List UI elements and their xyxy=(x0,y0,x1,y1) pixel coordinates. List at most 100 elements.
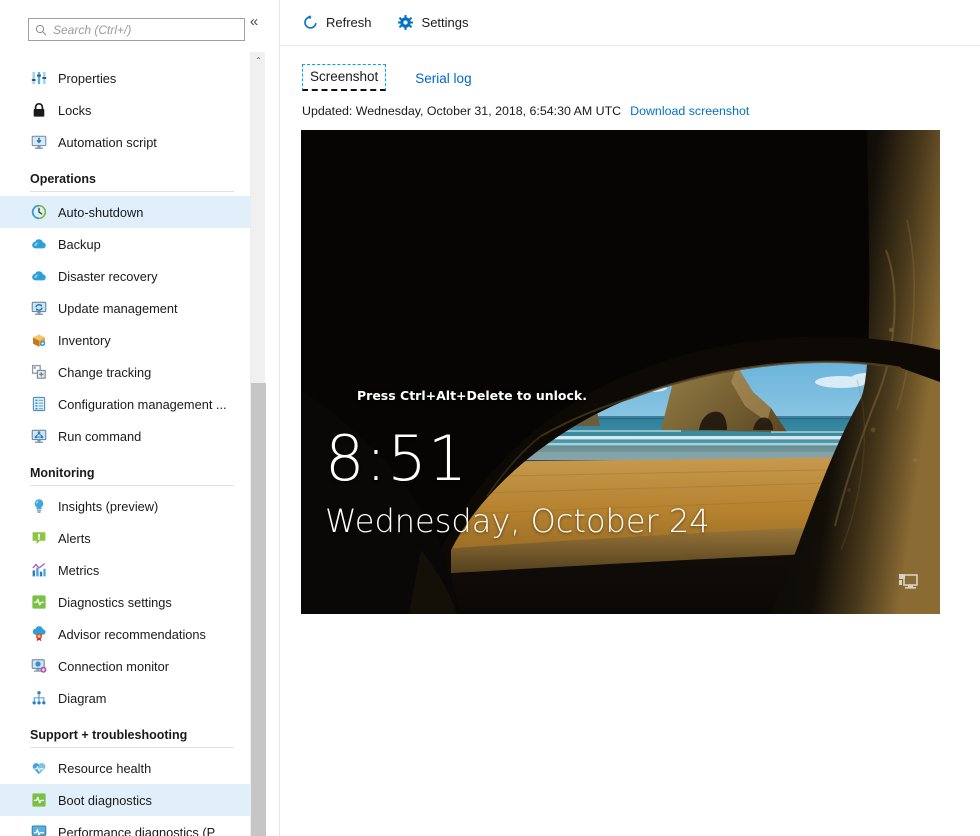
sidebar-item-diagram[interactable]: Diagram xyxy=(0,682,264,714)
lock-screen-hint: Press Ctrl+Alt+Delete to unlock. xyxy=(357,388,587,403)
sidebar-item-label: Inventory xyxy=(58,333,111,348)
tab-screenshot[interactable]: Screenshot xyxy=(302,64,386,91)
sidebar-item-configuration-management[interactable]: Configuration management ... xyxy=(0,388,264,420)
sidebar-item-label: Diagram xyxy=(58,691,106,706)
group-divider xyxy=(30,485,234,486)
tab-bar: Screenshot Serial log xyxy=(280,46,980,91)
main-content: Refresh xyxy=(280,0,980,836)
alert-bell-icon xyxy=(30,530,47,547)
sidebar-item-label: Metrics xyxy=(58,563,99,578)
sidebar-item-label: Run command xyxy=(58,429,141,444)
sidebar-item-label: Advisor recommendations xyxy=(58,627,206,642)
sidebar-item-label: Auto-shutdown xyxy=(58,205,143,220)
inventory-box-icon xyxy=(30,332,47,349)
sidebar-group-title: Support + troubleshooting xyxy=(0,728,264,747)
sidebar-item-disaster-recovery[interactable]: Disaster recovery xyxy=(0,260,264,292)
sidebar-item-connection-monitor[interactable]: Connection monitor xyxy=(0,650,264,682)
cloud-recovery-icon xyxy=(30,268,47,285)
lightbulb-icon xyxy=(30,498,47,515)
sidebar-item-label: Connection monitor xyxy=(58,659,169,674)
cloud-backup-icon xyxy=(30,236,47,253)
azure-boot-diagnostics-page: « Properties Locks Automation script Opera… xyxy=(0,0,980,836)
sidebar-item-label: Insights (preview) xyxy=(58,499,158,514)
sidebar-top-items: Properties Locks Automation script xyxy=(0,62,264,158)
scrollbar-up-arrow-icon[interactable]: ⌃ xyxy=(251,52,266,68)
sidebar-item-label: Performance diagnostics (P xyxy=(58,825,215,836)
clock-icon xyxy=(30,204,47,221)
sidebar-item-label: Disaster recovery xyxy=(58,269,158,284)
sidebar-item-label: Configuration management ... xyxy=(58,397,227,412)
heart-health-icon xyxy=(30,760,47,777)
sidebar-header: « xyxy=(0,0,279,52)
sidebar-item-diagnostics-settings[interactable]: Diagnostics settings xyxy=(0,586,264,618)
search-icon xyxy=(29,24,53,36)
sidebar-group: Monitoring Insights (preview) Alerts Metric… xyxy=(0,452,264,714)
sidebar-item-boot-diagnostics[interactable]: Boot diagnostics xyxy=(0,784,264,816)
boot-diagnostics-icon xyxy=(30,792,47,809)
collapse-sidebar-button[interactable]: « xyxy=(243,10,265,32)
sidebar-item-metrics[interactable]: Metrics xyxy=(0,554,264,586)
sidebar-group-title: Monitoring xyxy=(0,466,264,485)
scrollbar-thumb[interactable] xyxy=(251,383,266,836)
lock-screen-time: 8:51 xyxy=(325,422,468,495)
sidebar-item-performance-diagnostics-p[interactable]: Performance diagnostics (P xyxy=(0,816,264,836)
properties-icon xyxy=(30,70,47,87)
sidebar-group: Support + troubleshooting Resource health… xyxy=(0,714,264,836)
download-screenshot-link[interactable]: Download screenshot xyxy=(630,104,749,118)
monitor-update-icon xyxy=(30,300,47,317)
lock-screen-render xyxy=(301,130,940,614)
settings-label: Settings xyxy=(422,15,469,30)
sidebar-item-label: Resource health xyxy=(58,761,151,776)
connection-monitor-icon xyxy=(30,658,47,675)
sidebar-item-label: Automation script xyxy=(58,135,157,150)
sidebar-item-insights-preview[interactable]: Insights (preview) xyxy=(0,490,264,522)
automation-script-icon xyxy=(30,134,47,151)
vm-screenshot-image: Press Ctrl+Alt+Delete to unlock. 8:51 We… xyxy=(301,130,940,614)
lock-screen-date: Wednesday, October 24 xyxy=(325,502,710,540)
sidebar-item-locks[interactable]: Locks xyxy=(0,94,264,126)
change-tracking-icon xyxy=(30,364,47,381)
sidebar-scrollbar[interactable]: ⌃ xyxy=(250,52,265,836)
group-divider xyxy=(30,747,234,748)
sidebar-item-label: Properties xyxy=(58,71,116,86)
sidebar-item-label: Diagnostics settings xyxy=(58,595,172,610)
updated-timestamp: Updated: Wednesday, October 31, 2018, 6:… xyxy=(302,104,621,118)
refresh-button[interactable]: Refresh xyxy=(300,11,374,35)
gear-icon xyxy=(398,15,414,31)
search-input[interactable] xyxy=(53,20,238,39)
sidebar-item-label: Update management xyxy=(58,301,178,316)
sidebar-item-label: Locks xyxy=(58,103,91,118)
diagnostics-icon xyxy=(30,594,47,611)
settings-button[interactable]: Settings xyxy=(396,11,471,35)
sidebar-item-label: Alerts xyxy=(58,531,91,546)
ease-of-access-monitor-icon xyxy=(898,573,918,596)
sidebar-item-change-tracking[interactable]: Change tracking xyxy=(0,356,264,388)
sidebar-item-resource-health[interactable]: Resource health xyxy=(0,752,264,784)
sidebar-item-auto-shutdown[interactable]: Auto-shutdown xyxy=(0,196,264,228)
sidebar-item-automation-script[interactable]: Automation script xyxy=(0,126,264,158)
refresh-icon xyxy=(302,15,318,31)
sidebar-item-advisor-recommendations[interactable]: Advisor recommendations xyxy=(0,618,264,650)
sidebar-item-label: Change tracking xyxy=(58,365,151,380)
sidebar-scroll-area: Properties Locks Automation script Operati… xyxy=(0,52,264,836)
sidebar-item-inventory[interactable]: Inventory xyxy=(0,324,264,356)
sidebar-group-title: Operations xyxy=(0,172,264,191)
sidebar-item-backup[interactable]: Backup xyxy=(0,228,264,260)
diagram-icon xyxy=(30,690,47,707)
lock-icon xyxy=(30,102,47,119)
sidebar-item-update-management[interactable]: Update management xyxy=(0,292,264,324)
sidebar-item-properties[interactable]: Properties xyxy=(0,62,264,94)
sidebar-item-alerts[interactable]: Alerts xyxy=(0,522,264,554)
run-command-icon xyxy=(30,428,47,445)
tab-serial-log[interactable]: Serial log xyxy=(408,67,478,91)
sidebar-item-run-command[interactable]: Run command xyxy=(0,420,264,452)
metrics-chart-icon xyxy=(30,562,47,579)
search-box[interactable] xyxy=(28,18,245,41)
sidebar-group: Operations Auto-shutdown Backup Disaster re… xyxy=(0,158,264,452)
resource-menu-sidebar: « Properties Locks Automation script Opera… xyxy=(0,0,280,836)
refresh-label: Refresh xyxy=(326,15,372,30)
performance-diagnostics-icon xyxy=(30,824,47,836)
configuration-list-icon xyxy=(30,396,47,413)
screenshot-meta: Updated: Wednesday, October 31, 2018, 6:… xyxy=(280,91,980,118)
sidebar-groups: Operations Auto-shutdown Backup Disaster re… xyxy=(0,158,264,836)
